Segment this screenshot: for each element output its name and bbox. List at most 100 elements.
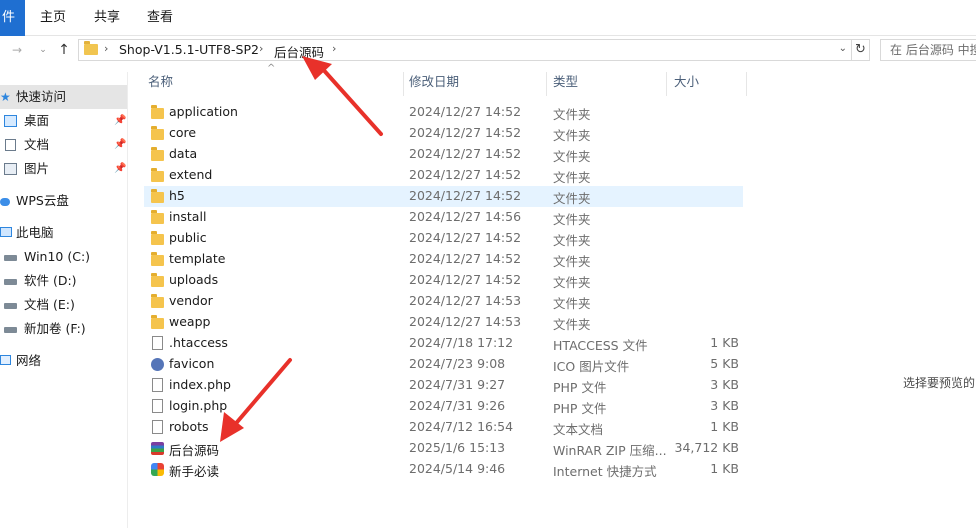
- file-row[interactable]: application 2024/12/27 14:52 文件夹: [144, 102, 743, 123]
- up-arrow-icon[interactable]: ↑: [56, 40, 72, 60]
- file-name: core: [169, 125, 197, 140]
- folder-icon: [151, 105, 164, 119]
- sidebar-item-label: 文档 (E:): [24, 297, 75, 312]
- column-header-name[interactable]: 名称: [148, 72, 173, 96]
- file-type: 文件夹: [553, 254, 591, 269]
- breadcrumb-current[interactable]: 后台源码: [274, 42, 324, 61]
- column-header-type[interactable]: 类型: [553, 72, 578, 96]
- file-type: 文件夹: [553, 317, 591, 332]
- sidebar-item-label: 文档: [24, 137, 50, 152]
- tab-view[interactable]: 查看: [147, 0, 173, 36]
- file-type: 文件夹: [553, 296, 591, 311]
- file-row[interactable]: robots 2024/7/12 16:54 文本文档 1 KB: [144, 417, 743, 438]
- file-name: .htaccess: [169, 335, 228, 350]
- sidebar-item-label: 桌面: [24, 113, 50, 128]
- file-size: 3 KB: [710, 398, 739, 413]
- sidebar-item-drive-c[interactable]: Win10 (C:): [0, 245, 127, 269]
- file-row[interactable]: h5 2024/12/27 14:52 文件夹: [144, 186, 743, 207]
- file-row[interactable]: data 2024/12/27 14:52 文件夹: [144, 144, 743, 165]
- sidebar-item-documents[interactable]: 文档 📌: [0, 133, 127, 157]
- file-type: 文件夹: [553, 191, 591, 206]
- sidebar-item-label: Win10 (C:): [24, 249, 91, 264]
- sidebar-item-this-pc[interactable]: 此电脑: [0, 221, 127, 245]
- pin-icon[interactable]: 📌: [114, 109, 126, 133]
- file-row[interactable]: 新手必读 2024/5/14 9:46 Internet 快捷方式 1 KB: [144, 459, 743, 480]
- address-bar[interactable]: › Shop-V1.5.1-UTF8-SP2 › 后台源码 › ⌄: [78, 39, 852, 61]
- breadcrumb-shop[interactable]: Shop-V1.5.1-UTF8-SP2: [119, 42, 259, 57]
- sidebar-item-drive-e[interactable]: 文档 (E:): [0, 293, 127, 317]
- column-divider[interactable]: [546, 72, 547, 96]
- file-type: HTACCESS 文件: [553, 338, 648, 353]
- search-input[interactable]: 在 后台源码 中搜: [880, 39, 976, 61]
- file-name: index.php: [169, 377, 231, 392]
- sidebar-item-desktop[interactable]: 桌面 📌: [0, 109, 127, 133]
- folder-icon: [151, 189, 164, 203]
- file-icon: [152, 420, 163, 434]
- file-type: 文件夹: [553, 128, 591, 143]
- pin-icon[interactable]: 📌: [114, 133, 126, 157]
- file-name: favicon: [169, 356, 215, 371]
- file-row[interactable]: .htaccess 2024/7/18 17:12 HTACCESS 文件 1 KB: [144, 333, 743, 354]
- winrar-archive-icon: [151, 442, 164, 455]
- pin-icon[interactable]: 📌: [114, 157, 126, 181]
- file-type: 文件夹: [553, 170, 591, 185]
- recent-chevron-icon[interactable]: ⌄: [36, 40, 50, 60]
- file-row[interactable]: public 2024/12/27 14:52 文件夹: [144, 228, 743, 249]
- file-row[interactable]: vendor 2024/12/27 14:53 文件夹: [144, 291, 743, 312]
- file-type: PHP 文件: [553, 401, 607, 416]
- ribbon: 件 主页 共享 查看: [0, 0, 976, 36]
- file-type: 文件夹: [553, 233, 591, 248]
- file-date: 2024/7/12 16:54: [409, 419, 514, 434]
- forward-icon[interactable]: →: [10, 40, 24, 60]
- sidebar-item-label: 快速访问: [16, 89, 67, 104]
- file-name: data: [169, 146, 198, 161]
- sidebar-item-drive-f[interactable]: 新加卷 (F:): [0, 317, 127, 341]
- tab-home[interactable]: 主页: [40, 0, 66, 36]
- chevron-down-icon[interactable]: ⌄: [839, 43, 847, 54]
- file-name: vendor: [169, 293, 213, 308]
- file-row[interactable]: uploads 2024/12/27 14:52 文件夹: [144, 270, 743, 291]
- column-header-date[interactable]: 修改日期: [409, 72, 459, 96]
- refresh-icon[interactable]: ↻: [852, 39, 870, 61]
- column-divider[interactable]: [746, 72, 747, 96]
- file-row[interactable]: 后台源码 2025/1/6 15:13 WinRAR ZIP 压缩... 34,712…: [144, 438, 743, 459]
- file-name: h5: [169, 188, 185, 203]
- chevron-right-icon[interactable]: ›: [259, 42, 263, 55]
- column-divider[interactable]: [666, 72, 667, 96]
- folder-icon: [151, 315, 164, 329]
- tab-share[interactable]: 共享: [94, 0, 120, 36]
- file-row[interactable]: core 2024/12/27 14:52 文件夹: [144, 123, 743, 144]
- file-type: ICO 图片文件: [553, 359, 630, 374]
- sidebar-item-wps-cloud[interactable]: WPS云盘: [0, 189, 127, 213]
- file-name: extend: [169, 167, 213, 182]
- file-row[interactable]: weapp 2024/12/27 14:53 文件夹: [144, 312, 743, 333]
- chevron-right-icon[interactable]: ›: [332, 42, 336, 55]
- sidebar-item-drive-d[interactable]: 软件 (D:): [0, 269, 127, 293]
- column-header-size[interactable]: 大小: [674, 72, 699, 96]
- tab-file[interactable]: 件: [0, 0, 25, 36]
- file-name: 新手必读: [169, 464, 220, 479]
- file-name: login.php: [169, 398, 228, 413]
- file-row[interactable]: extend 2024/12/27 14:52 文件夹: [144, 165, 743, 186]
- file-type: 文件夹: [553, 275, 591, 290]
- sidebar-item-quick-access[interactable]: ★ 快速访问: [0, 85, 127, 109]
- file-name: public: [169, 230, 207, 245]
- chevron-right-icon[interactable]: ›: [104, 42, 108, 55]
- column-divider[interactable]: [403, 72, 404, 96]
- file-icon: [152, 336, 163, 350]
- sidebar-item-pictures[interactable]: 图片 📌: [0, 157, 127, 181]
- file-type: Internet 快捷方式: [553, 464, 657, 479]
- file-row[interactable]: install 2024/12/27 14:56 文件夹: [144, 207, 743, 228]
- file-date: 2024/7/23 9:08: [409, 356, 506, 371]
- sidebar-item-label: WPS云盘: [16, 193, 69, 208]
- drive-icon: [4, 327, 17, 333]
- file-icon: [152, 378, 163, 392]
- file-row[interactable]: template 2024/12/27 14:52 文件夹: [144, 249, 743, 270]
- file-date: 2024/12/27 14:52: [409, 188, 522, 203]
- file-row[interactable]: index.php 2024/7/31 9:27 PHP 文件 3 KB: [144, 375, 743, 396]
- file-row[interactable]: login.php 2024/7/31 9:26 PHP 文件 3 KB: [144, 396, 743, 417]
- sidebar-item-network[interactable]: 网络: [0, 349, 127, 373]
- file-date: 2024/7/31 9:27: [409, 377, 506, 392]
- image-file-icon: [151, 358, 164, 371]
- file-row[interactable]: favicon 2024/7/23 9:08 ICO 图片文件 5 KB: [144, 354, 743, 375]
